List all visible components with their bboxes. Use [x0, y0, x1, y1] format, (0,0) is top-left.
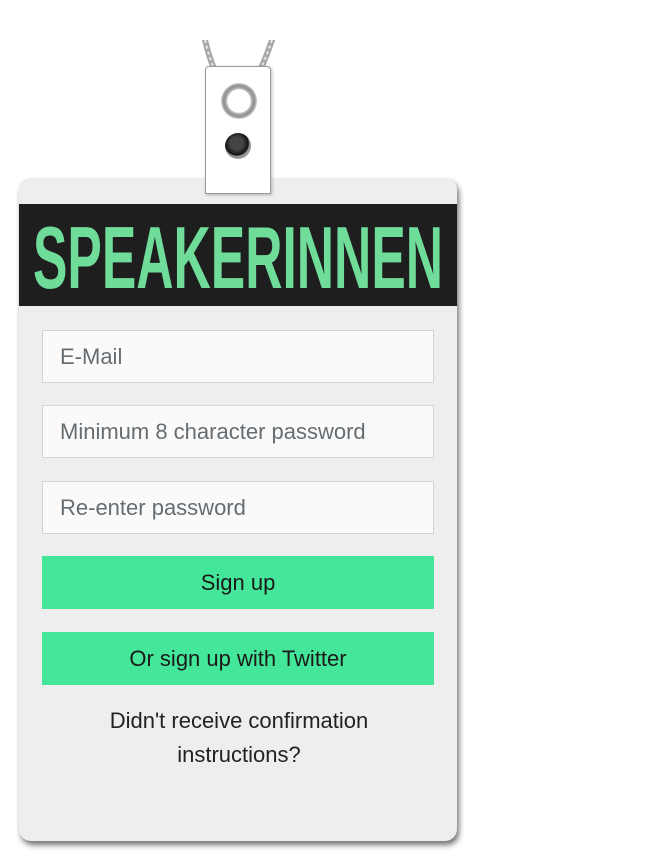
confirmation-instructions-link[interactable]: Didn't receive confirmation instructions…	[79, 704, 399, 772]
logo-text: SPEAKERINNEN	[33, 218, 443, 292]
password-field[interactable]	[42, 405, 434, 458]
signup-button[interactable]: Sign up	[42, 556, 434, 609]
badge-card: SPEAKERINNEN Sign up Or sign up with Twi…	[19, 178, 457, 841]
brand-banner: SPEAKERINNEN	[19, 204, 457, 306]
password-confirm-field[interactable]	[42, 481, 434, 534]
twitter-signup-button[interactable]: Or sign up with Twitter	[42, 632, 434, 685]
punch-hole-icon	[225, 133, 251, 159]
grommet-icon	[221, 83, 257, 119]
brand-logo: SPEAKERINNEN	[33, 218, 443, 292]
email-field[interactable]	[42, 330, 434, 383]
badge-clip	[205, 66, 271, 194]
